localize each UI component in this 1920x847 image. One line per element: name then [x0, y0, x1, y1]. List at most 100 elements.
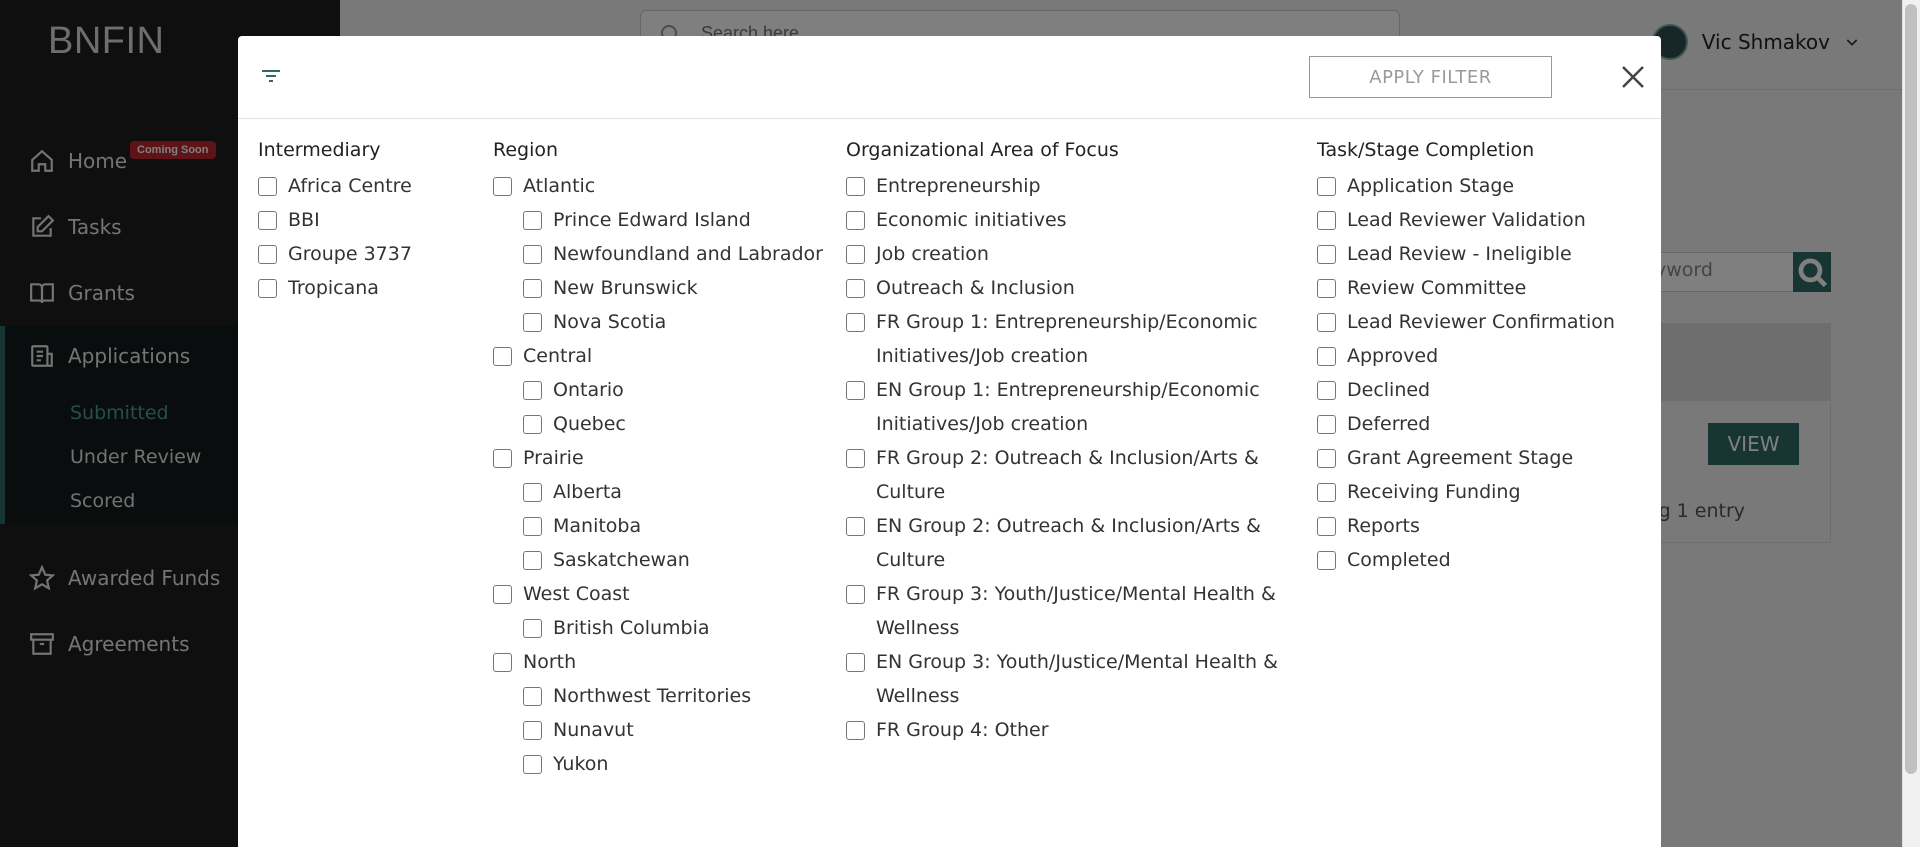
checkbox[interactable] — [523, 415, 542, 434]
filter-option[interactable]: Declined — [1317, 373, 1647, 407]
filter-option[interactable]: Ontario — [523, 373, 833, 407]
filter-option[interactable]: Groupe 3737 — [258, 237, 478, 271]
filter-option[interactable]: Northwest Territories — [523, 679, 833, 713]
filter-option[interactable]: Lead Reviewer Validation — [1317, 203, 1647, 237]
checkbox[interactable] — [523, 687, 542, 706]
checkbox[interactable] — [1317, 313, 1336, 332]
filter-option[interactable]: Economic initiatives — [846, 203, 1296, 237]
filter-option[interactable]: Manitoba — [523, 509, 833, 543]
filter-option[interactable]: Review Committee — [1317, 271, 1647, 305]
checkbox[interactable] — [523, 755, 542, 774]
apply-filter-button[interactable]: APPLY FILTER — [1309, 56, 1552, 98]
checkbox[interactable] — [493, 177, 512, 196]
checkbox[interactable] — [846, 449, 865, 468]
filter-option[interactable]: Lead Review - Ineligible — [1317, 237, 1647, 271]
checkbox[interactable] — [846, 211, 865, 230]
checkbox[interactable] — [1317, 517, 1336, 536]
checkbox[interactable] — [523, 279, 542, 298]
filter-option[interactable]: Central — [493, 339, 833, 373]
filter-option[interactable]: Prince Edward Island — [523, 203, 833, 237]
checkbox[interactable] — [493, 449, 512, 468]
option-label: Outreach & Inclusion — [876, 277, 1075, 299]
checkbox[interactable] — [846, 279, 865, 298]
checkbox[interactable] — [846, 245, 865, 264]
checkbox[interactable] — [493, 653, 512, 672]
checkbox[interactable] — [846, 721, 865, 740]
filter-option[interactable]: Receiving Funding — [1317, 475, 1647, 509]
checkbox[interactable] — [1317, 211, 1336, 230]
filter-option[interactable]: New Brunswick — [523, 271, 833, 305]
option-label: Africa Centre — [288, 175, 412, 197]
checkbox[interactable] — [1317, 279, 1336, 298]
checkbox[interactable] — [523, 245, 542, 264]
checkbox[interactable] — [258, 279, 277, 298]
checkbox[interactable] — [258, 211, 277, 230]
close-icon[interactable] — [1618, 62, 1648, 92]
checkbox[interactable] — [523, 381, 542, 400]
filter-option[interactable]: FR Group 2: Outreach & Inclusion/Arts & … — [846, 441, 1296, 509]
checkbox[interactable] — [846, 177, 865, 196]
checkbox[interactable] — [493, 585, 512, 604]
checkbox[interactable] — [1317, 245, 1336, 264]
checkbox[interactable] — [523, 619, 542, 638]
filter-option[interactable]: Deferred — [1317, 407, 1647, 441]
filter-option[interactable]: Nunavut — [523, 713, 833, 747]
filter-option[interactable]: EN Group 3: Youth/Justice/Mental Health … — [846, 645, 1296, 713]
filter-option[interactable]: Job creation — [846, 237, 1296, 271]
checkbox[interactable] — [1317, 483, 1336, 502]
checkbox[interactable] — [1317, 415, 1336, 434]
filter-option[interactable]: Alberta — [523, 475, 833, 509]
option-label: BBI — [288, 209, 320, 231]
filter-option[interactable]: Approved — [1317, 339, 1647, 373]
checkbox[interactable] — [846, 653, 865, 672]
filter-option[interactable]: Nova Scotia — [523, 305, 833, 339]
filter-option[interactable]: Application Stage — [1317, 169, 1647, 203]
filter-option[interactable]: British Columbia — [523, 611, 833, 645]
option-label: New Brunswick — [553, 277, 698, 299]
filter-option[interactable]: West Coast — [493, 577, 833, 611]
option-label: Completed — [1347, 549, 1451, 571]
scrollbar[interactable] — [1902, 0, 1920, 847]
checkbox[interactable] — [846, 313, 865, 332]
checkbox[interactable] — [846, 517, 865, 536]
filter-option[interactable]: EN Group 2: Outreach & Inclusion/Arts & … — [846, 509, 1296, 577]
checkbox[interactable] — [1317, 347, 1336, 366]
filter-option[interactable]: FR Group 1: Entrepreneurship/Economic In… — [846, 305, 1296, 373]
checkbox[interactable] — [523, 517, 542, 536]
checkbox[interactable] — [523, 483, 542, 502]
filter-option[interactable]: Africa Centre — [258, 169, 478, 203]
checkbox[interactable] — [1317, 551, 1336, 570]
filter-option[interactable]: Yukon — [523, 747, 833, 781]
checkbox[interactable] — [258, 177, 277, 196]
filter-option[interactable]: FR Group 4: Other — [846, 713, 1296, 747]
filter-option[interactable]: Atlantic — [493, 169, 833, 203]
checkbox[interactable] — [493, 347, 512, 366]
filter-option[interactable]: Prairie — [493, 441, 833, 475]
checkbox[interactable] — [523, 551, 542, 570]
checkbox[interactable] — [523, 211, 542, 230]
filter-option[interactable]: Newfoundland and Labrador — [523, 237, 833, 271]
filter-option[interactable]: Completed — [1317, 543, 1647, 577]
checkbox[interactable] — [1317, 381, 1336, 400]
filter-option[interactable]: Entrepreneurship — [846, 169, 1296, 203]
filter-option[interactable]: Tropicana — [258, 271, 478, 305]
checkbox[interactable] — [523, 721, 542, 740]
checkbox[interactable] — [846, 381, 865, 400]
checkbox[interactable] — [523, 313, 542, 332]
filter-option[interactable]: Saskatchewan — [523, 543, 833, 577]
scrollbar-thumb[interactable] — [1905, 4, 1917, 774]
filter-option[interactable]: Grant Agreement Stage — [1317, 441, 1647, 475]
checkbox[interactable] — [258, 245, 277, 264]
checkbox[interactable] — [1317, 177, 1336, 196]
filter-option[interactable]: Reports — [1317, 509, 1647, 543]
filter-option[interactable]: Outreach & Inclusion — [846, 271, 1296, 305]
filter-option[interactable]: Lead Reviewer Confirmation — [1317, 305, 1647, 339]
filter-option[interactable]: Quebec — [523, 407, 833, 441]
checkbox[interactable] — [846, 585, 865, 604]
filter-option[interactable]: North — [493, 645, 833, 679]
filter-option[interactable]: EN Group 1: Entrepreneurship/Economic In… — [846, 373, 1296, 441]
checkbox[interactable] — [1317, 449, 1336, 468]
region-column: Region Atlantic Prince Edward Island Newfo… — [493, 139, 833, 781]
filter-option[interactable]: FR Group 3: Youth/Justice/Mental Health … — [846, 577, 1296, 645]
filter-option[interactable]: BBI — [258, 203, 478, 237]
